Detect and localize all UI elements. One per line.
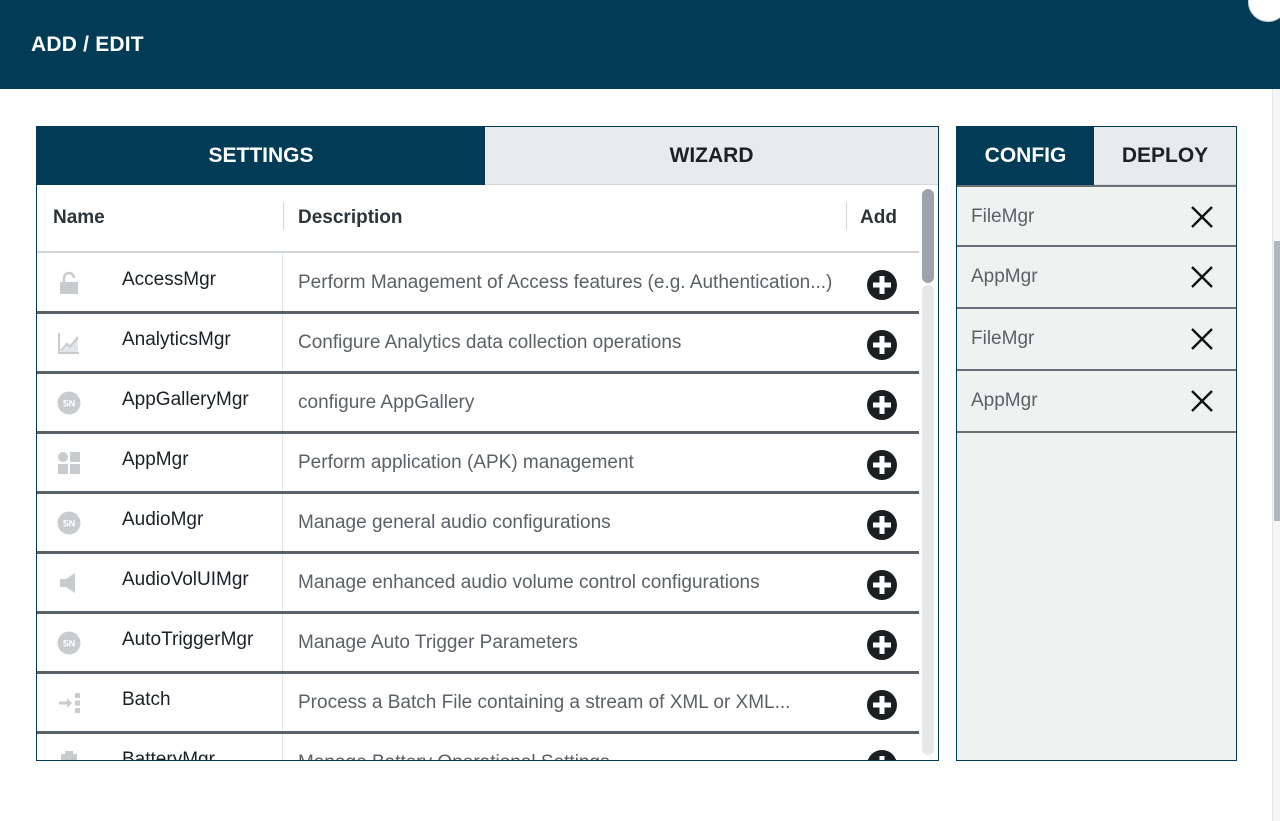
add-plus-icon[interactable] (866, 749, 898, 761)
name-cell: SN AudioMgr (37, 494, 283, 551)
config-item-label: AppMgr (971, 390, 1038, 411)
tab-config[interactable]: CONFIG (957, 127, 1094, 185)
svg-text:SN: SN (63, 519, 76, 529)
name-cell: AppMgr (37, 434, 283, 491)
name-cell: BatteryMgr (37, 734, 283, 761)
chart-icon (58, 333, 79, 354)
add-plus-icon[interactable] (866, 389, 898, 421)
add-plus-icon[interactable] (866, 629, 898, 661)
name-cell: AnalyticsMgr (37, 314, 283, 371)
config-item-label: FileMgr (971, 206, 1035, 227)
close-icon[interactable] (1189, 326, 1215, 352)
close-icon[interactable] (1189, 264, 1215, 290)
config-item[interactable]: FileMgr (957, 185, 1236, 247)
table-row[interactable]: SN AutoTriggerMgr Manage Auto Trigger Pa… (37, 614, 919, 674)
scrollbar-track[interactable] (922, 285, 934, 755)
row-description: Manage Auto Trigger Parameters (298, 632, 578, 653)
add-plus-icon[interactable] (866, 569, 898, 601)
page-title: ADD / EDIT (31, 33, 144, 56)
tab-settings[interactable]: SETTINGS (37, 127, 485, 185)
add-plus-icon[interactable] (866, 509, 898, 541)
row-name: Batch (122, 689, 171, 710)
config-item[interactable]: AppMgr (957, 247, 1236, 309)
table-row[interactable]: BatteryMgr Manage Battery Operational Se… (37, 734, 919, 761)
tab-deploy[interactable]: DEPLOY (1094, 127, 1236, 185)
sn-badge-icon: SN (57, 511, 81, 535)
column-header-name[interactable]: Name (53, 207, 105, 229)
close-icon[interactable] (1189, 388, 1215, 414)
row-name: AnalyticsMgr (122, 329, 231, 350)
name-cell: Batch (37, 674, 283, 731)
sn-badge-icon: SN (57, 391, 81, 415)
row-description: Perform application (APK) management (298, 452, 634, 473)
add-plus-icon[interactable] (866, 329, 898, 361)
right-tab-bar: CONFIG DEPLOY (957, 127, 1236, 185)
row-name: BatteryMgr (122, 749, 215, 761)
row-description: configure AppGallery (298, 392, 475, 413)
app-header: ADD / EDIT (0, 0, 1280, 89)
table-row[interactable]: AccessMgr Perform Management of Access f… (37, 254, 919, 314)
row-description: Manage enhanced audio volume control con… (298, 572, 760, 593)
config-item[interactable]: AppMgr (957, 371, 1236, 433)
background-edge-shade (1274, 241, 1280, 521)
left-tab-bar: SETTINGS WIZARD (37, 127, 938, 185)
column-header-add: Add (860, 207, 897, 228)
manager-list: AccessMgr Perform Management of Access f… (37, 254, 919, 761)
row-description: Manage general audio configurations (298, 512, 611, 533)
svg-text:SN: SN (63, 399, 76, 409)
add-plus-icon[interactable] (866, 689, 898, 721)
table-row[interactable]: AudioVolUIMgr Manage enhanced audio volu… (37, 554, 919, 614)
table-row[interactable]: SN AppGalleryMgr configure AppGallery (37, 374, 919, 434)
row-name: AutoTriggerMgr (122, 629, 254, 650)
row-description: Process a Batch File containing a stream… (298, 692, 791, 713)
table-row[interactable]: AnalyticsMgr Configure Analytics data co… (37, 314, 919, 374)
lock-icon (60, 271, 78, 294)
tab-wizard[interactable]: WIZARD (485, 127, 938, 185)
table-row[interactable]: SN AudioMgr Manage general audio configu… (37, 494, 919, 554)
row-description: Configure Analytics data collection oper… (298, 332, 682, 353)
column-divider (283, 202, 284, 230)
config-item-label: AppMgr (971, 266, 1038, 287)
column-divider (846, 202, 847, 230)
battery-icon (61, 751, 77, 760)
table-header: Name Description Add (37, 185, 919, 253)
config-item[interactable]: FileMgr (957, 309, 1236, 371)
speaker-icon (60, 573, 75, 593)
row-name: AppMgr (122, 449, 189, 470)
add-plus-icon[interactable] (866, 449, 898, 481)
row-name: AccessMgr (122, 269, 216, 290)
row-description: Manage Battery Operational Settings (298, 752, 843, 760)
column-header-description[interactable]: Description (298, 207, 403, 229)
list-scrollbar[interactable] (919, 185, 938, 760)
name-cell: AccessMgr (37, 254, 283, 311)
batch-icon (59, 693, 80, 713)
settings-panel: SETTINGS WIZARD Name Description Add Acc… (36, 126, 939, 761)
apps-grid-icon (58, 452, 80, 474)
row-name: AudioVolUIMgr (122, 569, 249, 590)
background-edge (1272, 89, 1280, 821)
sn-badge-icon: SN (57, 631, 81, 655)
config-item-label: FileMgr (971, 328, 1035, 349)
table-row[interactable]: Batch Process a Batch File containing a … (37, 674, 919, 734)
svg-text:SN: SN (63, 639, 76, 649)
row-description: Perform Management of Access features (e… (298, 272, 833, 293)
name-cell: SN AutoTriggerMgr (37, 614, 283, 671)
row-name: AudioMgr (122, 509, 204, 530)
name-cell: AudioVolUIMgr (37, 554, 283, 611)
table-row[interactable]: AppMgr Perform application (APK) managem… (37, 434, 919, 494)
row-name: AppGalleryMgr (122, 389, 249, 410)
close-icon[interactable] (1189, 204, 1215, 230)
config-panel: CONFIG DEPLOY FileMgr AppMgr FileMgr App… (956, 126, 1237, 761)
config-list: FileMgr AppMgr FileMgr AppMgr (957, 185, 1236, 433)
add-plus-icon[interactable] (866, 269, 898, 301)
scrollbar-thumb[interactable] (922, 189, 934, 283)
name-cell: SN AppGalleryMgr (37, 374, 283, 431)
